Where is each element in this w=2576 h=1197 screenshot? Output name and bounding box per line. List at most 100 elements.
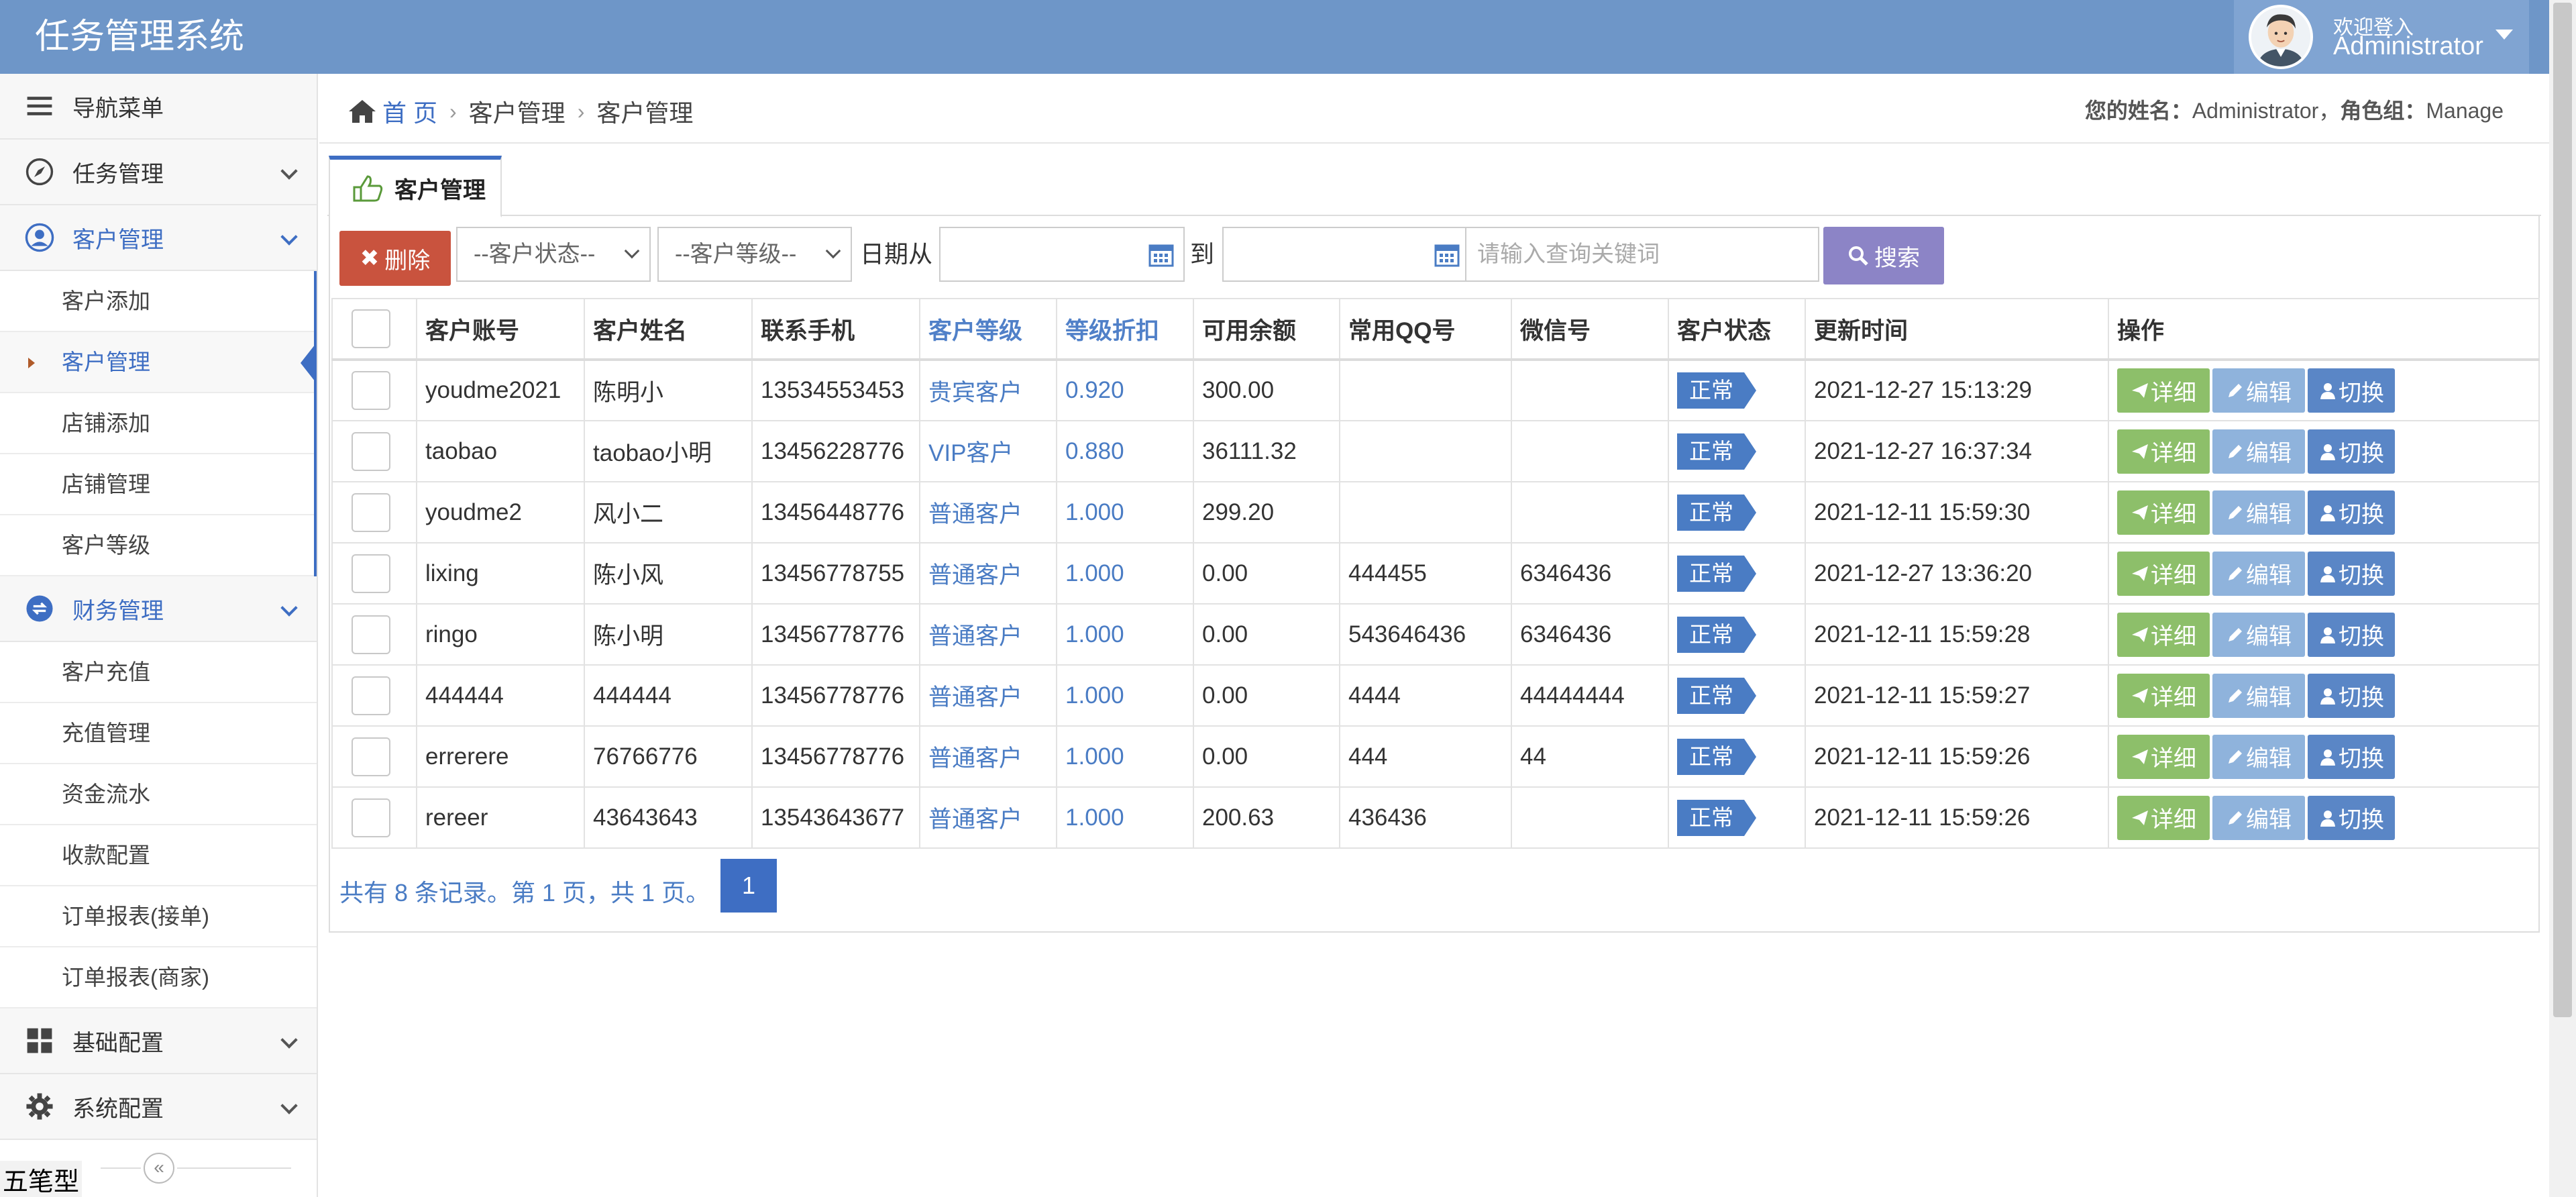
scrollbar-thumb[interactable] xyxy=(2553,3,2572,1017)
cell-level: VIP客户 xyxy=(919,420,1057,482)
edit-button[interactable]: 编辑 xyxy=(2212,673,2305,718)
sidebar-item-fund-flow[interactable]: 资金流水 xyxy=(0,764,317,825)
date-to-input[interactable] xyxy=(1222,227,1470,282)
detail-button[interactable]: 详细 xyxy=(2117,795,2210,840)
row-checkbox[interactable] xyxy=(352,615,390,654)
detail-button[interactable]: 详细 xyxy=(2117,429,2210,474)
search-input[interactable]: 请输入查询关键词 xyxy=(1465,227,1819,282)
customer-table: 客户账号 客户姓名 联系手机 客户等级 等级折扣 可用余额 常用QQ号 微信号 … xyxy=(331,298,2540,849)
switch-button[interactable]: 切换 xyxy=(2308,368,2395,413)
user-circle-icon xyxy=(24,222,55,253)
cell-wechat: 6346436 xyxy=(1511,542,1669,605)
table-row[interactable]: youdme2021 陈明小 13534553453 贵宾客户 0.920 300.00 正… xyxy=(331,359,2540,421)
switch-button[interactable]: 切换 xyxy=(2308,429,2395,474)
edit-button[interactable]: 编辑 xyxy=(2212,368,2305,413)
delete-button[interactable]: ✖ 删除 xyxy=(339,231,451,286)
sidebar-item-customer-level[interactable]: 客户等级 xyxy=(0,515,314,576)
switch-button[interactable]: 切换 xyxy=(2308,734,2395,779)
status-badge: 正常 xyxy=(1677,494,1756,531)
search-button[interactable]: 搜索 xyxy=(1823,227,1944,284)
row-checkbox[interactable] xyxy=(352,676,390,715)
edit-button[interactable]: 编辑 xyxy=(2212,795,2305,840)
detail-button[interactable]: 详细 xyxy=(2117,612,2210,657)
sidebar-item-order-report-accept[interactable]: 订单报表(接单) xyxy=(0,886,317,947)
sidebar-item-recharge[interactable]: 客户充值 xyxy=(0,642,317,703)
table-row[interactable]: youdme2 风小二 13456448776 普通客户 1.000 299.20 正常 20… xyxy=(331,481,2540,543)
sidebar-group-basic-config[interactable]: 基础配置 xyxy=(0,1008,317,1074)
user-menu[interactable]: 欢迎登入 Administrator xyxy=(2234,0,2529,74)
sidebar-group-label: 任务管理 xyxy=(72,161,164,187)
table-row[interactable]: rereer 43643643 13543643677 普通客户 1.000 200.63… xyxy=(331,786,2540,849)
sidebar-group-finance[interactable]: 财务管理 xyxy=(0,576,317,642)
sidebar-item-payment-config[interactable]: 收款配置 xyxy=(0,825,317,886)
detail-button[interactable]: 详细 xyxy=(2117,490,2210,535)
page-scrollbar[interactable] xyxy=(2549,0,2576,1197)
edit-button[interactable]: 编辑 xyxy=(2212,429,2305,474)
customer-level-select[interactable]: --客户等级-- xyxy=(657,227,852,282)
row-checkbox[interactable] xyxy=(352,798,390,837)
switch-button[interactable]: 切换 xyxy=(2308,673,2395,718)
sidebar-item-customer-manage[interactable]: 客户管理 xyxy=(0,332,315,393)
sidebar-item-shop-add[interactable]: 店铺添加 xyxy=(0,393,314,454)
edit-button[interactable]: 编辑 xyxy=(2212,612,2305,657)
cell-status: 正常 xyxy=(1668,420,1806,482)
cell-updated: 2021-12-27 16:37:34 xyxy=(1805,420,2109,482)
breadcrumb-level1[interactable]: 客户管理 xyxy=(469,94,566,129)
pencil-icon xyxy=(2229,505,2242,519)
paper-plane-icon xyxy=(2132,505,2148,520)
select-all-checkbox[interactable] xyxy=(352,309,390,348)
sidebar-collapse-button[interactable]: « xyxy=(144,1153,174,1184)
sidebar-group-customer[interactable]: 客户管理 xyxy=(0,205,317,271)
table-row[interactable]: lixing 陈小风 13456778755 普通客户 1.000 0.00 444455 6… xyxy=(331,542,2540,605)
switch-button[interactable]: 切换 xyxy=(2308,551,2395,596)
cell-discount: 1.000 xyxy=(1056,664,1194,727)
column-header-sortable[interactable]: 客户等级 xyxy=(919,298,1057,361)
detail-button[interactable]: 详细 xyxy=(2117,551,2210,596)
calendar-icon[interactable] xyxy=(1147,240,1175,268)
table-row[interactable]: ringo 陈小明 13456778776 普通客户 1.000 0.00 54364643… xyxy=(331,603,2540,666)
column-header-sortable[interactable]: 等级折扣 xyxy=(1056,298,1194,361)
detail-button[interactable]: 详细 xyxy=(2117,734,2210,779)
detail-button[interactable]: 详细 xyxy=(2117,673,2210,718)
cell-status: 正常 xyxy=(1668,481,1806,543)
row-checkbox[interactable] xyxy=(352,431,390,471)
cell-updated: 2021-12-11 15:59:28 xyxy=(1805,603,2109,666)
sidebar-item-recharge-manage[interactable]: 充值管理 xyxy=(0,703,317,764)
cell-phone: 13534553453 xyxy=(751,359,920,421)
switch-button[interactable]: 切换 xyxy=(2308,795,2395,840)
status-badge: 正常 xyxy=(1677,555,1756,592)
sidebar-group-system-config[interactable]: 系统配置 xyxy=(0,1074,317,1140)
detail-button[interactable]: 详细 xyxy=(2117,368,2210,413)
switch-button[interactable]: 切换 xyxy=(2308,490,2395,535)
sidebar-group-task[interactable]: 任务管理 xyxy=(0,140,317,205)
row-checkbox[interactable] xyxy=(352,492,390,532)
sidebar-item-customer-add[interactable]: 客户添加 xyxy=(0,271,314,332)
edit-button[interactable]: 编辑 xyxy=(2212,490,2305,535)
row-checkbox[interactable] xyxy=(352,737,390,776)
edit-button[interactable]: 编辑 xyxy=(2212,551,2305,596)
customer-status-select[interactable]: --客户状态-- xyxy=(456,227,651,282)
date-from-input[interactable] xyxy=(939,227,1185,282)
column-header: 客户账号 xyxy=(416,298,585,361)
edit-button[interactable]: 编辑 xyxy=(2212,734,2305,779)
page-button[interactable]: 1 xyxy=(720,859,777,913)
row-select-cell xyxy=(331,542,417,605)
sidebar-item-shop-manage[interactable]: 店铺管理 xyxy=(0,454,314,515)
sidebar-item-order-report-merchant[interactable]: 订单报表(商家) xyxy=(0,947,317,1008)
table-row[interactable]: 444444 444444 13456778776 普通客户 1.000 0.00 4444… xyxy=(331,664,2540,727)
tab-customer-manage[interactable]: 客户管理 xyxy=(329,156,502,217)
exchange-icon xyxy=(24,593,55,624)
table-row[interactable]: taobao taobao小明 13456228776 VIP客户 0.880 36111… xyxy=(331,420,2540,482)
breadcrumb-bar: 首 页 › 客户管理 › 客户管理 您的姓名：Administrator，角色组… xyxy=(319,74,2549,144)
user-icon xyxy=(2320,383,2335,399)
switch-button[interactable]: 切换 xyxy=(2308,612,2395,657)
cell-qq: 444 xyxy=(1339,725,1512,788)
breadcrumb-home-link[interactable]: 首 页 xyxy=(382,94,437,129)
table-row[interactable]: errerere 76766776 13456778776 普通客户 1.000 0.00… xyxy=(331,725,2540,788)
caret-down-icon[interactable] xyxy=(2496,30,2513,40)
nav-menu-toggle[interactable]: 导航菜单 xyxy=(0,74,317,140)
calendar-icon[interactable] xyxy=(1433,240,1461,268)
row-checkbox[interactable] xyxy=(352,554,390,593)
cell-account: youdme2021 xyxy=(416,359,585,421)
row-checkbox[interactable] xyxy=(352,371,390,410)
